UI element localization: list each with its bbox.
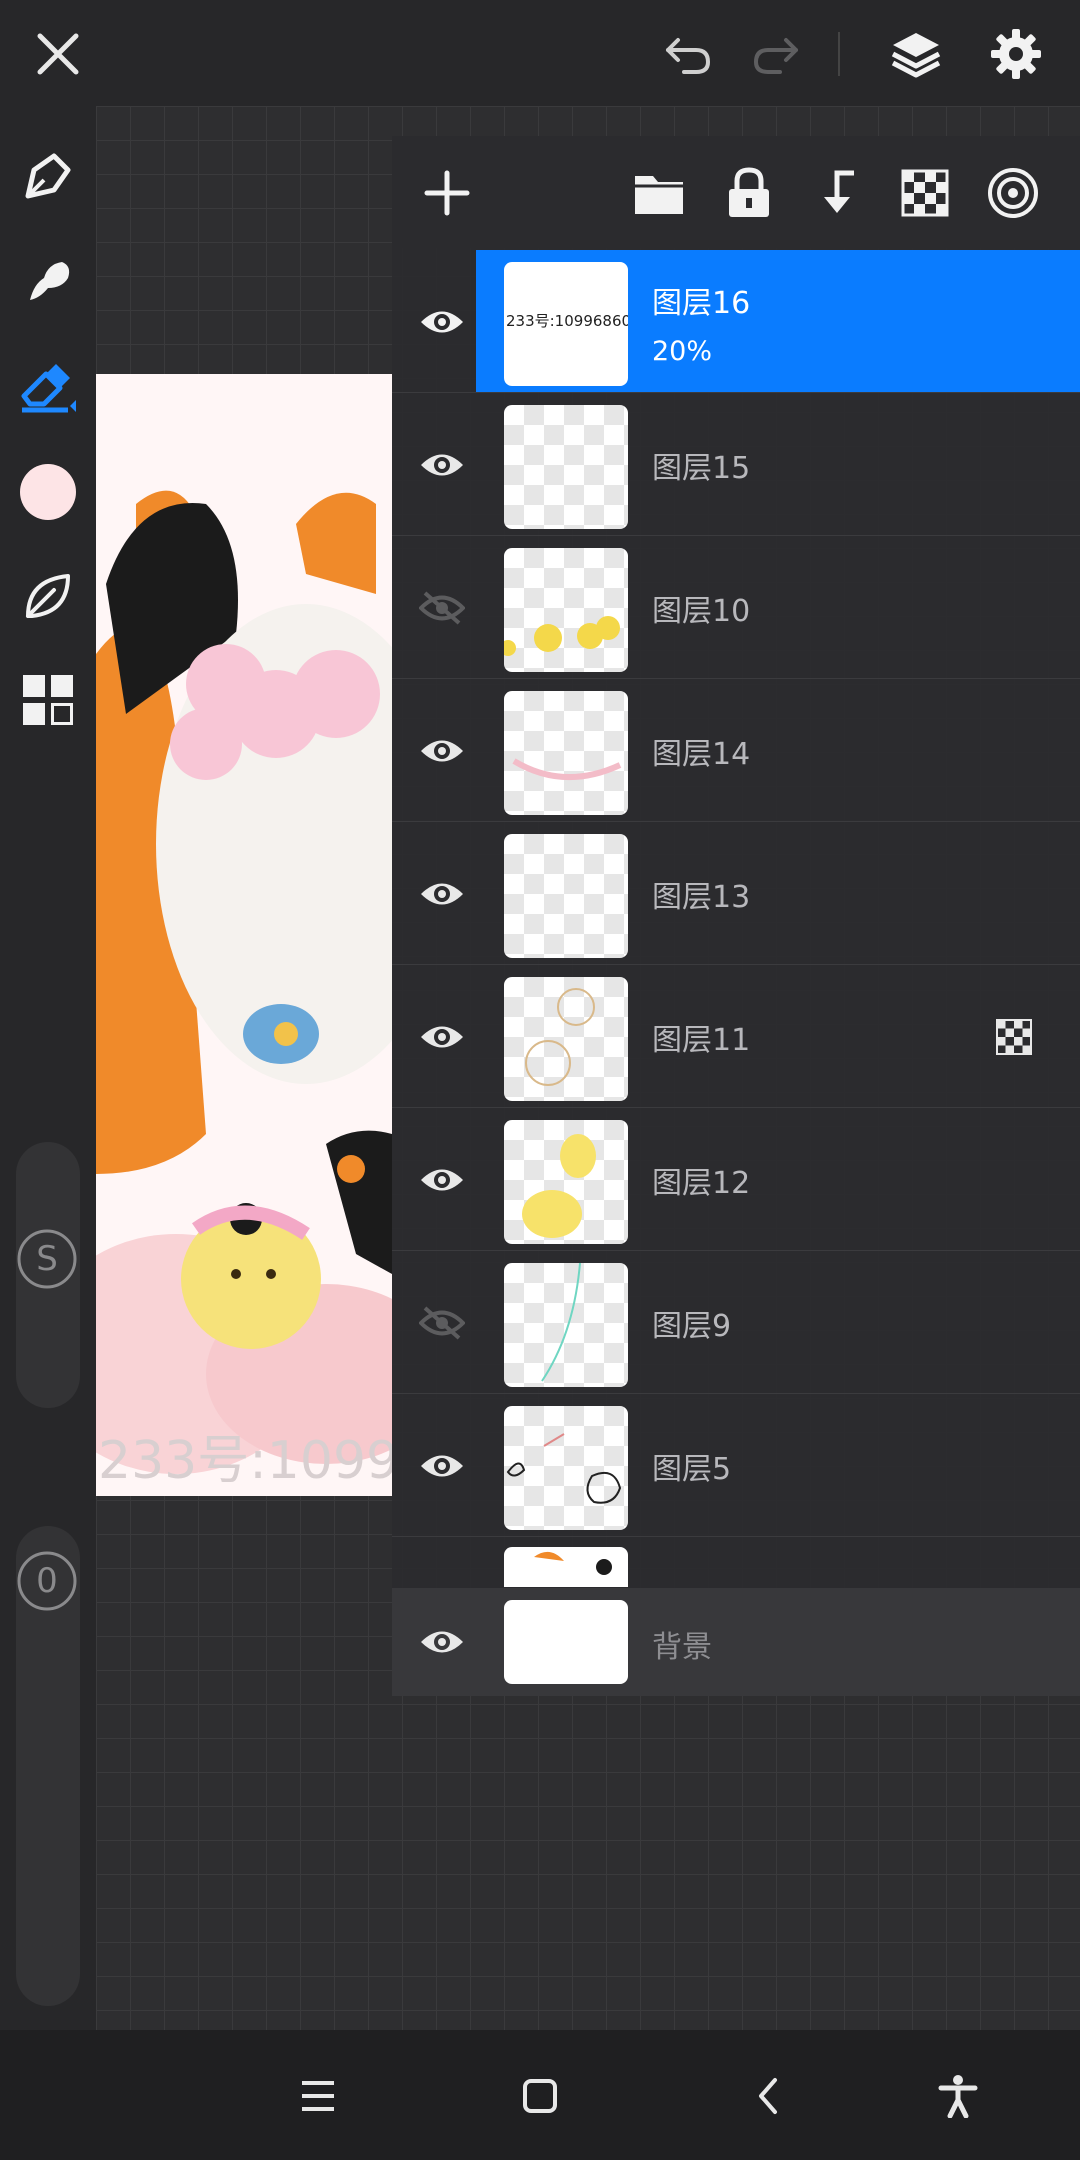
close-icon[interactable] — [26, 22, 90, 86]
layer-row-5[interactable]: 图层5 — [392, 1394, 1080, 1537]
layer-name: 图层9 — [652, 1309, 732, 1344]
layer-name: 背景 — [652, 1630, 712, 1665]
eye-icon[interactable] — [410, 1148, 474, 1212]
grid-icon[interactable] — [14, 666, 82, 734]
menu-icon[interactable] — [286, 2064, 350, 2128]
left-toolbar: S 0 — [0, 106, 96, 2030]
layer-thumbnail: 233号:10996860 — [504, 262, 628, 386]
layer-row-15[interactable]: 图层15 — [392, 393, 1080, 536]
settings-icon[interactable] — [984, 22, 1048, 86]
layer-row-background[interactable]: 背景 — [392, 1588, 1080, 1696]
accessibility-icon[interactable] — [926, 2064, 990, 2128]
layer-row-10[interactable]: 图层10 — [392, 536, 1080, 679]
layer-row-11[interactable]: 图层11 — [392, 965, 1080, 1108]
artwork[interactable]: 233号:1099 — [96, 374, 392, 1496]
home-icon[interactable] — [508, 2064, 572, 2128]
color-swatch[interactable] — [14, 458, 82, 526]
brush-color-circle — [20, 464, 76, 520]
layer-name: 图层15 — [652, 451, 751, 486]
eye-icon[interactable] — [410, 290, 474, 354]
back-icon[interactable] — [736, 2064, 800, 2128]
folder-icon[interactable] — [624, 158, 694, 228]
layer-thumbnail — [504, 1406, 628, 1530]
brush-size-label: S — [36, 1239, 58, 1279]
layer-thumbnail — [504, 1120, 628, 1244]
target-icon[interactable] — [978, 158, 1048, 228]
layer-thumbnail — [504, 834, 628, 958]
layer-thumbnail — [504, 691, 628, 815]
layer-row-16[interactable]: 233号:10996860 图层16 20% — [392, 250, 1080, 393]
layer-name: 图层16 — [652, 286, 751, 321]
layer-thumbnail — [504, 405, 628, 529]
lock-icon[interactable] — [714, 158, 784, 228]
layer-thumbnail — [504, 1600, 628, 1684]
layer-row-13[interactable]: 图层13 — [392, 822, 1080, 965]
eye-icon[interactable] — [410, 1005, 474, 1069]
layer-name: 图层13 — [652, 880, 751, 915]
layer-name: 图层10 — [652, 594, 751, 629]
top-bar — [0, 0, 1080, 106]
eye-icon[interactable] — [410, 433, 474, 497]
layer-thumbnail — [504, 1263, 628, 1387]
add-icon[interactable] — [412, 158, 482, 228]
alpha-lock-icon[interactable] — [890, 158, 960, 228]
merge-down-icon[interactable] — [802, 158, 872, 228]
eye-icon[interactable] — [410, 862, 474, 926]
eye-hidden-icon[interactable] — [410, 576, 474, 640]
layer-thumbnail — [504, 1547, 628, 1587]
layer-thumbnail — [504, 548, 628, 672]
clipping-mask-icon — [996, 1019, 1032, 1055]
system-nav-bar — [0, 2030, 1080, 2160]
layer-name: 图层12 — [652, 1166, 751, 1201]
layer-opacity: 20% — [652, 336, 713, 367]
brush-size-knob[interactable]: S — [16, 1228, 78, 1290]
eraser-icon[interactable] — [14, 352, 82, 420]
eye-hidden-icon[interactable] — [410, 1291, 474, 1355]
thumbnail-text: 233号:10996860 — [506, 312, 628, 330]
divider — [838, 32, 840, 76]
artwork-watermark: 233号:1099 — [98, 1431, 392, 1491]
layer-thumbnail — [504, 977, 628, 1101]
layers-icon[interactable] — [884, 22, 948, 86]
layer-name: 图层5 — [652, 1452, 732, 1487]
layer-name: 图层11 — [652, 1023, 751, 1058]
layers-panel-toolbar — [392, 136, 1080, 248]
brush-opacity-knob[interactable]: 0 — [16, 1550, 78, 1612]
eye-icon[interactable] — [410, 1434, 474, 1498]
undo-icon[interactable] — [656, 22, 720, 86]
eye-icon[interactable] — [410, 1610, 474, 1674]
layer-row-14[interactable]: 图层14 — [392, 679, 1080, 822]
brush-opacity-label: 0 — [36, 1561, 58, 1601]
layer-row-partial[interactable] — [392, 1537, 1080, 1587]
smudge-icon[interactable] — [14, 248, 82, 316]
artwork-illustration: 233号:1099 — [96, 374, 392, 1496]
eye-icon[interactable] — [410, 719, 474, 783]
redo-icon[interactable] — [744, 22, 808, 86]
layer-row-9[interactable]: 图层9 — [392, 1251, 1080, 1394]
layer-name: 图层14 — [652, 737, 751, 772]
leaf-icon[interactable] — [14, 562, 82, 630]
pen-icon[interactable] — [14, 142, 82, 210]
layer-row-12[interactable]: 图层12 — [392, 1108, 1080, 1251]
